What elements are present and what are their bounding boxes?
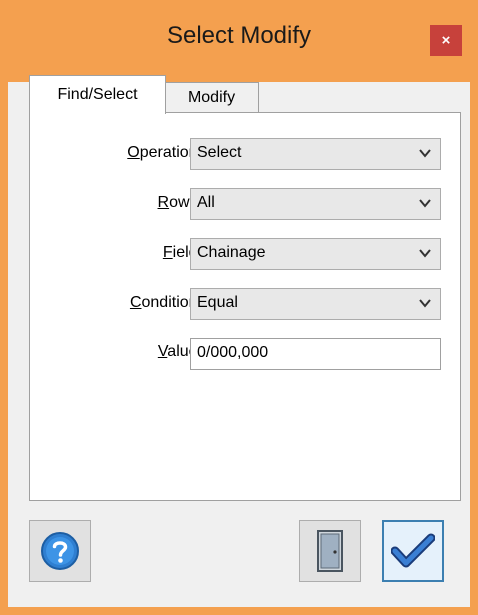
rows-combo[interactable]: All [190, 188, 441, 220]
tab-modify-label: Modify [187, 89, 236, 106]
operation-combo[interactable]: Select [190, 138, 441, 170]
chevron-down-icon [419, 149, 431, 158]
operation-value: Select [197, 144, 242, 161]
condition-combo[interactable]: Equal [190, 288, 441, 320]
rows-value: All [197, 194, 215, 211]
door-icon [317, 530, 343, 572]
exit-button[interactable] [299, 520, 361, 582]
field-combo[interactable]: Chainage [190, 238, 441, 270]
close-icon: × [441, 32, 451, 49]
help-button[interactable] [29, 520, 91, 582]
dialog-client: Find/Select Modify Operation: Select Row… [8, 75, 470, 607]
find-select-panel: Operation: Select Rows: All Field: Chain… [29, 112, 461, 501]
tab-modify[interactable]: Modify [164, 82, 259, 113]
value-input-text: 0/000,000 [197, 344, 269, 361]
ok-button[interactable] [382, 520, 444, 582]
field-value: Chainage [197, 244, 266, 261]
chevron-down-icon [419, 249, 431, 258]
value-input[interactable]: 0/000,000 [190, 338, 441, 370]
checkmark-icon [391, 533, 435, 568]
question-mark-icon [41, 532, 79, 570]
chevron-down-icon [419, 299, 431, 308]
tab-find-select[interactable]: Find/Select [29, 75, 166, 114]
condition-value: Equal [197, 294, 238, 311]
title-bar: Select Modify × [0, 0, 478, 82]
window-title: Select Modify [166, 22, 312, 49]
close-button[interactable]: × [430, 25, 462, 56]
chevron-down-icon [419, 199, 431, 208]
tab-find-select-label: Find/Select [57, 86, 138, 103]
